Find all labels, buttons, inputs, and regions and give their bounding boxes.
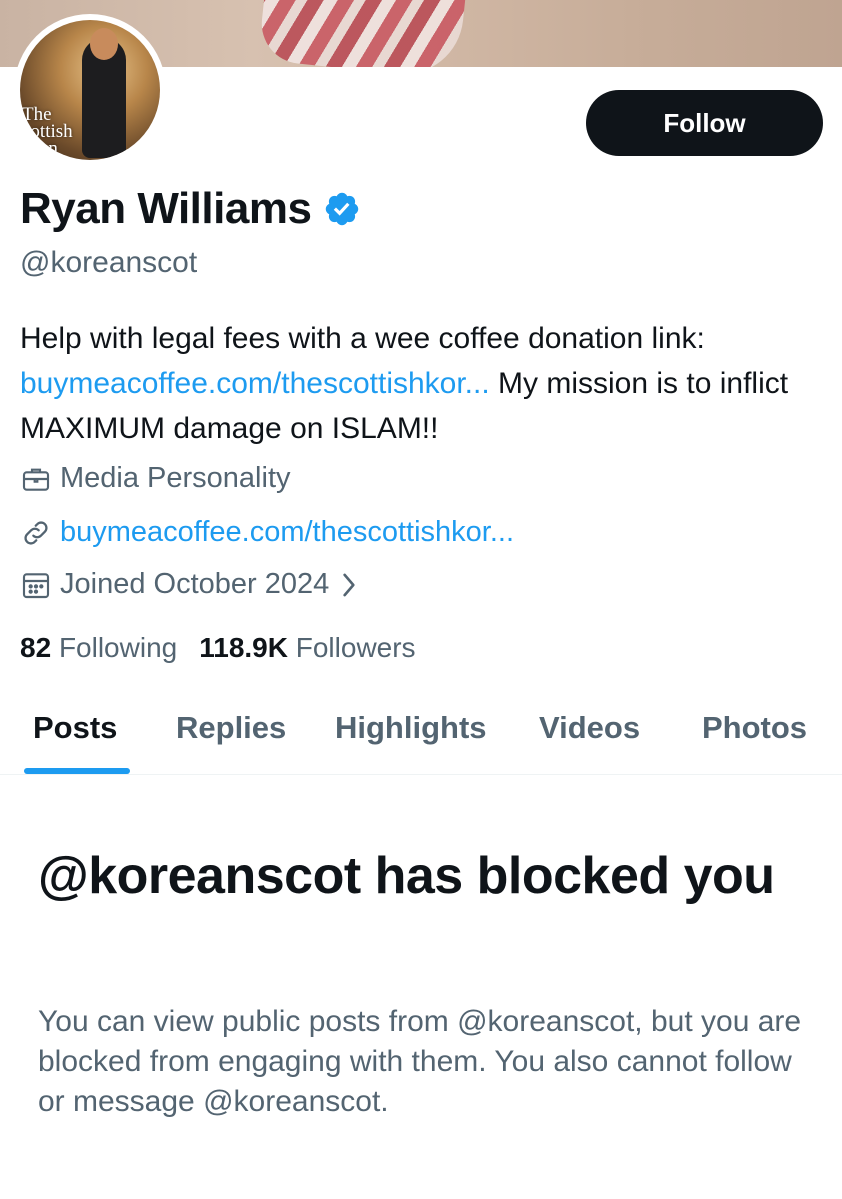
blocked-description: You can view public posts from @koreansc… bbox=[38, 1005, 802, 1118]
bio-text: Help with legal fees with a wee coffee d… bbox=[20, 322, 705, 355]
following-count: 82 bbox=[20, 632, 52, 663]
display-name: Ryan Williams bbox=[20, 184, 312, 233]
following-stat[interactable]: 82 Following bbox=[20, 632, 177, 664]
chevron-right-icon bbox=[343, 573, 355, 596]
tab-replies[interactable]: Replies bbox=[176, 710, 286, 746]
profile-tabs: Posts Replies Highlights Videos Photos bbox=[0, 690, 842, 775]
bio-link[interactable]: buymeacoffee.com/thescottishkor... bbox=[20, 367, 490, 400]
followers-label: Followers bbox=[295, 632, 416, 663]
tab-highlights[interactable]: Highlights bbox=[335, 710, 487, 746]
profile-category: Media Personality bbox=[20, 462, 291, 495]
avatar-logo-text: The cottish ean bbox=[22, 104, 73, 159]
avatar-head bbox=[90, 28, 118, 60]
follow-button[interactable]: Follow bbox=[586, 90, 823, 156]
follow-stats: 82 Following 118.9K Followers bbox=[20, 632, 438, 664]
verified-badge-icon[interactable] bbox=[323, 190, 361, 228]
tab-videos[interactable]: Videos bbox=[539, 710, 640, 746]
avatar[interactable]: The cottish ean bbox=[14, 14, 166, 166]
website-link[interactable]: buymeacoffee.com/thescottishkor... bbox=[60, 516, 514, 549]
category-label: Media Personality bbox=[60, 462, 291, 494]
calendar-icon bbox=[22, 572, 50, 598]
following-label: Following bbox=[58, 632, 178, 663]
profile-joined[interactable]: Joined October 2024 bbox=[20, 568, 357, 601]
link-icon bbox=[24, 520, 48, 545]
avatar-photo: The cottish ean bbox=[20, 20, 160, 160]
profile-website: buymeacoffee.com/thescottishkor... bbox=[20, 516, 514, 549]
briefcase-icon bbox=[22, 468, 50, 491]
blocked-title: @koreanscot has blocked you bbox=[38, 847, 775, 905]
active-tab-indicator bbox=[24, 768, 130, 774]
tab-photos[interactable]: Photos bbox=[702, 710, 807, 746]
followers-stat[interactable]: 118.9K Followers bbox=[199, 632, 415, 664]
followers-count: 118.9K bbox=[199, 632, 288, 663]
profile-handle: @koreanscot bbox=[20, 246, 198, 279]
profile-bio: Help with legal fees with a wee coffee d… bbox=[20, 316, 820, 451]
name-row: Ryan Williams bbox=[20, 184, 361, 234]
joined-label: Joined October 2024 bbox=[60, 568, 330, 600]
tab-posts[interactable]: Posts bbox=[33, 710, 117, 746]
banner-image-detail bbox=[257, 0, 467, 67]
